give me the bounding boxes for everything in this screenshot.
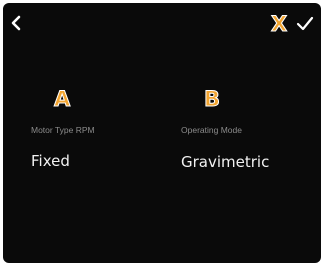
check-icon (296, 16, 314, 31)
operating-mode-value[interactable]: Gravimetric (181, 153, 269, 171)
confirm-button[interactable] (295, 14, 315, 34)
annotation-marker-x: X (270, 12, 288, 36)
operating-mode-label: Operating Mode (181, 125, 242, 135)
annotation-marker-b: B (203, 87, 221, 111)
chevron-left-icon (11, 15, 21, 31)
motor-type-rpm-value[interactable]: Fixed (31, 152, 70, 170)
annotation-marker-a: A (53, 87, 71, 111)
motor-type-rpm-label: Motor Type RPM (31, 125, 95, 135)
settings-screen: X A Motor Type RPM Fixed B Operating Mod… (3, 3, 321, 263)
back-button[interactable] (9, 13, 25, 33)
